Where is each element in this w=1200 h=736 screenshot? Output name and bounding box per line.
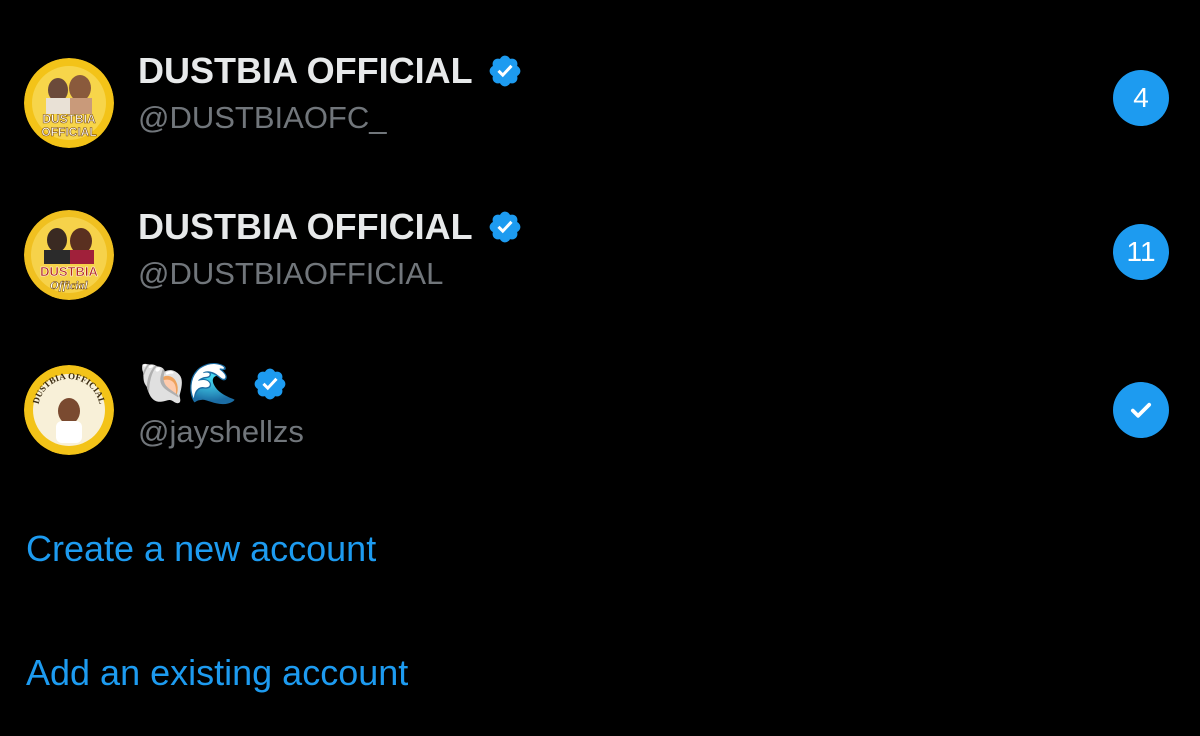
account-name: DUSTBIA OFFICIAL [138,50,523,92]
account-row-dustbiaofficial[interactable]: DUSTBIA Official DUSTBIA OFFICIAL @DUSTB… [0,183,1200,333]
verified-badge-icon [487,209,523,245]
avatar: DUSTBIA OFFICIAL [24,58,114,148]
avatar-text-top: DUSTBIA [42,112,96,126]
avatar-text-top: DUSTBIA [40,264,98,279]
account-name-emoji: 🐚🌊 [138,361,238,407]
account-handle: @jayshellzs [138,414,304,449]
account-row-jayshellzs[interactable]: DUSTBIA OFFICIAL 🐚🌊 @jayshellzs [0,338,1200,488]
avatar: DUSTBIA Official [24,210,114,300]
verified-badge-icon [252,366,288,402]
unread-count-badge: 11 [1113,224,1169,280]
account-name: DUSTBIA OFFICIAL [138,206,523,248]
avatar: DUSTBIA OFFICIAL [24,365,114,455]
avatar-text-bottom: Official [50,278,88,292]
create-account-link[interactable]: Create a new account [26,528,376,570]
account-row-dustbiaofc[interactable]: DUSTBIA OFFICIAL DUSTBIA OFFICIAL @DUSTB… [0,28,1200,178]
account-name: 🐚🌊 [138,364,288,404]
active-account-check-icon [1113,382,1169,438]
account-handle: @DUSTBIAOFFICIAL [138,256,444,291]
account-name-label: DUSTBIA OFFICIAL [138,50,473,91]
avatar-text-bottom: OFFICIAL [41,125,96,139]
account-handle: @DUSTBIAOFC_ [138,100,387,135]
unread-count-badge: 4 [1113,70,1169,126]
add-existing-account-link[interactable]: Add an existing account [26,652,408,694]
account-name-label: DUSTBIA OFFICIAL [138,206,473,247]
verified-badge-icon [487,53,523,89]
